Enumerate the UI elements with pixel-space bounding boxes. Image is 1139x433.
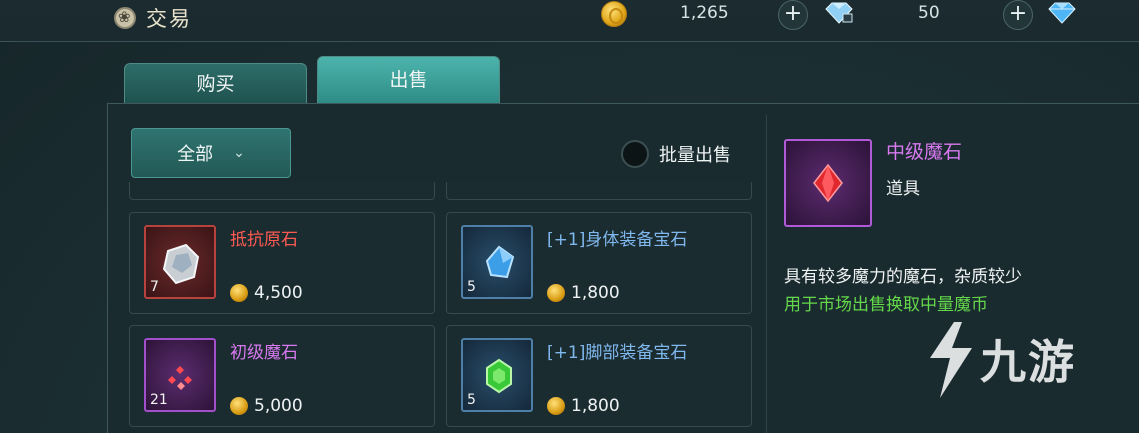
item-price: 1,800 bbox=[547, 396, 620, 416]
item-name: [+1]脚部装备宝石 bbox=[547, 343, 688, 363]
item-quantity: 5 bbox=[467, 392, 476, 408]
add-gold-button[interactable]: + bbox=[778, 0, 808, 30]
list-item-partial[interactable] bbox=[446, 182, 752, 200]
gold-coin-icon bbox=[230, 397, 248, 415]
category-filter-dropdown[interactable]: 全部 ⌄ bbox=[131, 128, 291, 178]
settings-flower-icon bbox=[114, 7, 136, 29]
item-price: 4,500 bbox=[230, 283, 303, 303]
tab-buy[interactable]: 购买 bbox=[124, 63, 307, 103]
gold-coin-icon bbox=[547, 284, 565, 302]
item-price-value: 4,500 bbox=[254, 283, 303, 303]
item-name: 初级魔石 bbox=[230, 343, 298, 363]
red-magic-stone-icon bbox=[813, 163, 843, 203]
filter-selected-label: 全部 bbox=[177, 144, 214, 165]
batch-sell-radio[interactable] bbox=[621, 140, 649, 168]
list-item-partial[interactable] bbox=[129, 182, 435, 200]
watermark-text: 九游 bbox=[980, 335, 1076, 389]
item-quantity: 7 bbox=[150, 279, 159, 295]
item-price: 5,000 bbox=[230, 396, 303, 416]
detail-item-slot bbox=[784, 139, 872, 227]
page-title: 交易 bbox=[146, 7, 192, 31]
item-price-value: 1,800 bbox=[571, 396, 620, 416]
bound-diamond-amount: 50 bbox=[918, 3, 940, 23]
gold-coin-icon bbox=[601, 1, 627, 27]
item-name: [+1]身体装备宝石 bbox=[547, 230, 688, 250]
bound-diamond-icon bbox=[825, 2, 853, 24]
batch-sell-label: 批量出售 bbox=[659, 145, 731, 166]
window-title: 交易 bbox=[114, 3, 192, 33]
batch-sell-toggle[interactable]: 批量出售 bbox=[621, 140, 731, 168]
tab-sell[interactable]: 出售 bbox=[317, 56, 500, 103]
add-bound-diamond-button[interactable]: + bbox=[1003, 0, 1033, 30]
item-quantity: 21 bbox=[150, 392, 168, 408]
top-bar: 交易 1,265 + 50 + bbox=[0, 0, 1139, 42]
detail-item-type: 道具 bbox=[886, 179, 920, 199]
item-slot: 5 bbox=[461, 338, 533, 412]
gold-coin-icon bbox=[230, 284, 248, 302]
detail-description: 具有较多魔力的魔石，杂质较少 bbox=[784, 267, 1022, 287]
item-name: 抵抗原石 bbox=[230, 230, 298, 250]
gold-amount: 1,265 bbox=[680, 3, 729, 23]
detail-item-name: 中级魔石 bbox=[886, 141, 963, 163]
item-quantity: 5 bbox=[467, 279, 476, 295]
ninegame-logo-icon bbox=[930, 322, 972, 398]
list-item[interactable]: 5 [+1]身体装备宝石 1,800 bbox=[446, 212, 752, 314]
detail-usage: 用于市场出售换取中量魔币 bbox=[784, 295, 988, 315]
panel-divider bbox=[766, 115, 767, 433]
chevron-down-icon: ⌄ bbox=[233, 145, 245, 161]
item-price: 1,800 bbox=[547, 283, 620, 303]
diamond-icon bbox=[1048, 2, 1076, 24]
item-slot: 5 bbox=[461, 225, 533, 299]
item-price-value: 5,000 bbox=[254, 396, 303, 416]
watermark: 九游 bbox=[920, 318, 1120, 402]
list-item[interactable]: 21 初级魔石 5,000 bbox=[129, 325, 435, 427]
gold-coin-icon bbox=[547, 397, 565, 415]
item-slot: 7 bbox=[144, 225, 216, 299]
list-item[interactable]: 5 [+1]脚部装备宝石 1,800 bbox=[446, 325, 752, 427]
item-slot: 21 bbox=[144, 338, 216, 412]
item-price-value: 1,800 bbox=[571, 283, 620, 303]
list-item[interactable]: 7 抵抗原石 4,500 bbox=[129, 212, 435, 314]
